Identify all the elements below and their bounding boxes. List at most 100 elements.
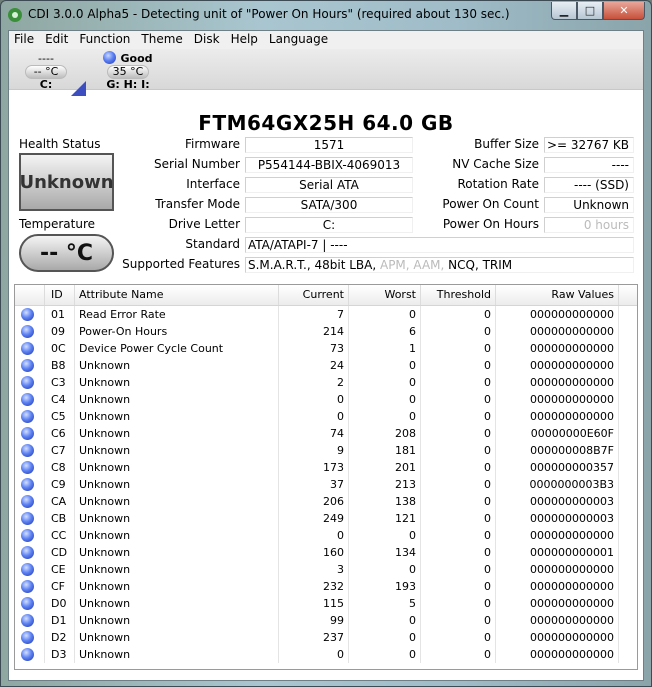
cell-name: Unknown bbox=[75, 578, 279, 595]
cell-worst: 0 bbox=[349, 646, 421, 663]
drive-temp: 35 °C bbox=[107, 65, 149, 79]
cell-id: C3 bbox=[45, 374, 75, 391]
menu-disk[interactable]: Disk bbox=[189, 31, 226, 49]
cell-threshold: 0 bbox=[421, 357, 496, 374]
cell-name: Device Power Cycle Count bbox=[75, 340, 279, 357]
cell-id: D2 bbox=[45, 629, 75, 646]
cell-id: CB bbox=[45, 510, 75, 527]
cell-current: 232 bbox=[279, 578, 349, 595]
status-cell bbox=[15, 442, 45, 459]
supported-features-label: Supported Features bbox=[122, 257, 240, 271]
menu-edit[interactable]: Edit bbox=[40, 31, 74, 49]
cell-id: CA bbox=[45, 493, 75, 510]
cell-threshold: 0 bbox=[421, 544, 496, 561]
menu-theme[interactable]: Theme bbox=[136, 31, 188, 49]
close-button[interactable]: ✕ bbox=[603, 2, 645, 20]
cell-id: 01 bbox=[45, 306, 75, 323]
menu-file[interactable]: File bbox=[9, 31, 40, 49]
cell-name: Unknown bbox=[75, 493, 279, 510]
table-row[interactable]: CF Unknown 232 193 0 000000000000 bbox=[15, 578, 637, 595]
menu-help[interactable]: Help bbox=[226, 31, 264, 49]
table-row[interactable]: D0 Unknown 115 5 0 000000000000 bbox=[15, 595, 637, 612]
cell-raw: 000000000000 bbox=[496, 612, 619, 629]
nv-cache-size-value: ---- bbox=[544, 157, 634, 173]
cell-name: Unknown bbox=[75, 442, 279, 459]
cell-current: 24 bbox=[279, 357, 349, 374]
cell-raw: 000000000000 bbox=[496, 340, 619, 357]
cell-raw: 000000000000 bbox=[496, 527, 619, 544]
cell-current: 7 bbox=[279, 306, 349, 323]
cell-name: Power-On Hours bbox=[75, 323, 279, 340]
cell-name: Unknown bbox=[75, 629, 279, 646]
status-cell bbox=[15, 544, 45, 561]
table-row[interactable]: CB Unknown 249 121 0 000000000003 bbox=[15, 510, 637, 527]
table-row[interactable]: CE Unknown 3 0 0 000000000000 bbox=[15, 561, 637, 578]
cell-id: C9 bbox=[45, 476, 75, 493]
title-bar[interactable]: CDI 3.0.0 Alpha5 - Detecting unit of "Po… bbox=[1, 1, 651, 28]
table-row[interactable]: C7 Unknown 9 181 0 000000008B7F bbox=[15, 442, 637, 459]
temperature-label: Temperature bbox=[19, 217, 96, 231]
cell-name: Unknown bbox=[75, 459, 279, 476]
cell-current: 74 bbox=[279, 425, 349, 442]
status-cell bbox=[15, 408, 45, 425]
cell-raw: 000000000357 bbox=[496, 459, 619, 476]
client-area: File Edit Function Theme Disk Help Langu… bbox=[8, 30, 644, 681]
table-row[interactable]: C8 Unknown 173 201 0 000000000357 bbox=[15, 459, 637, 476]
maximize-button[interactable]: □ bbox=[577, 2, 603, 20]
cell-raw: 000000000003 bbox=[496, 510, 619, 527]
table-row[interactable]: B8 Unknown 24 0 0 000000000000 bbox=[15, 357, 637, 374]
drive-button-g[interactable]: Good 35 °C G: H: I: bbox=[85, 51, 171, 91]
drive-letter-label: Drive Letter bbox=[168, 217, 240, 231]
table-row[interactable]: C5 Unknown 0 0 0 000000000000 bbox=[15, 408, 637, 425]
cell-name: Unknown bbox=[75, 646, 279, 663]
table-row[interactable]: C6 Unknown 74 208 0 00000000E60F bbox=[15, 425, 637, 442]
standard-label: Standard bbox=[185, 237, 240, 251]
cell-worst: 0 bbox=[349, 629, 421, 646]
table-row[interactable]: CD Unknown 160 134 0 000000000001 bbox=[15, 544, 637, 561]
power-on-count-value: Unknown bbox=[544, 197, 634, 213]
table-row[interactable]: 0C Device Power Cycle Count 73 1 0 0000000000… bbox=[15, 340, 637, 357]
table-row[interactable]: C4 Unknown 0 0 0 000000000000 bbox=[15, 391, 637, 408]
menu-bar: File Edit Function Theme Disk Help Langu… bbox=[9, 31, 643, 49]
status-cell bbox=[15, 646, 45, 663]
column-header-raw-values[interactable]: Raw Values bbox=[496, 285, 619, 305]
table-row[interactable]: CA Unknown 206 138 0 000000000003 bbox=[15, 493, 637, 510]
cell-id: D3 bbox=[45, 646, 75, 663]
drive-button-c[interactable]: ---- -- °C C: bbox=[17, 51, 75, 91]
column-header-threshold[interactable]: Threshold bbox=[421, 285, 496, 305]
drive-temp: -- °C bbox=[25, 65, 67, 79]
column-header-worst[interactable]: Worst bbox=[349, 285, 421, 305]
cell-current: 115 bbox=[279, 595, 349, 612]
column-header-current[interactable]: Current bbox=[279, 285, 349, 305]
cell-name: Unknown bbox=[75, 544, 279, 561]
cell-worst: 0 bbox=[349, 357, 421, 374]
column-header-status[interactable] bbox=[15, 285, 45, 305]
table-row[interactable]: C9 Unknown 37 213 0 0000000003B3 bbox=[15, 476, 637, 493]
table-row[interactable]: 01 Read Error Rate 7 0 0 000000000000 bbox=[15, 306, 637, 323]
column-header-id[interactable]: ID bbox=[45, 285, 75, 305]
cell-threshold: 0 bbox=[421, 408, 496, 425]
table-row[interactable]: D1 Unknown 99 0 0 000000000000 bbox=[15, 612, 637, 629]
cell-id: C7 bbox=[45, 442, 75, 459]
status-cell bbox=[15, 425, 45, 442]
cell-current: 0 bbox=[279, 391, 349, 408]
menu-function[interactable]: Function bbox=[74, 31, 136, 49]
minimize-button[interactable]: ▁ bbox=[551, 2, 577, 20]
buffer-size-label: Buffer Size bbox=[474, 137, 539, 151]
cell-name: Unknown bbox=[75, 408, 279, 425]
cell-worst: 1 bbox=[349, 340, 421, 357]
table-row[interactable]: 09 Power-On Hours 214 6 0 000000000000 bbox=[15, 323, 637, 340]
menu-language[interactable]: Language bbox=[264, 31, 334, 49]
cell-raw: 0000000003B3 bbox=[496, 476, 619, 493]
table-row[interactable]: D2 Unknown 237 0 0 000000000000 bbox=[15, 629, 637, 646]
table-row[interactable]: D3 Unknown 0 0 0 000000000000 bbox=[15, 646, 637, 663]
column-header-attribute-name[interactable]: Attribute Name bbox=[75, 285, 279, 305]
drive-selector-bar: ---- -- °C C: Good 35 °C G: H: I: bbox=[9, 49, 643, 96]
table-row[interactable]: CC Unknown 0 0 0 000000000000 bbox=[15, 527, 637, 544]
health-status-button[interactable]: Unknown bbox=[19, 153, 114, 211]
cell-raw: 000000000000 bbox=[496, 374, 619, 391]
cell-worst: 208 bbox=[349, 425, 421, 442]
cell-raw: 000000000000 bbox=[496, 408, 619, 425]
cell-current: 9 bbox=[279, 442, 349, 459]
table-row[interactable]: C3 Unknown 2 0 0 000000000000 bbox=[15, 374, 637, 391]
